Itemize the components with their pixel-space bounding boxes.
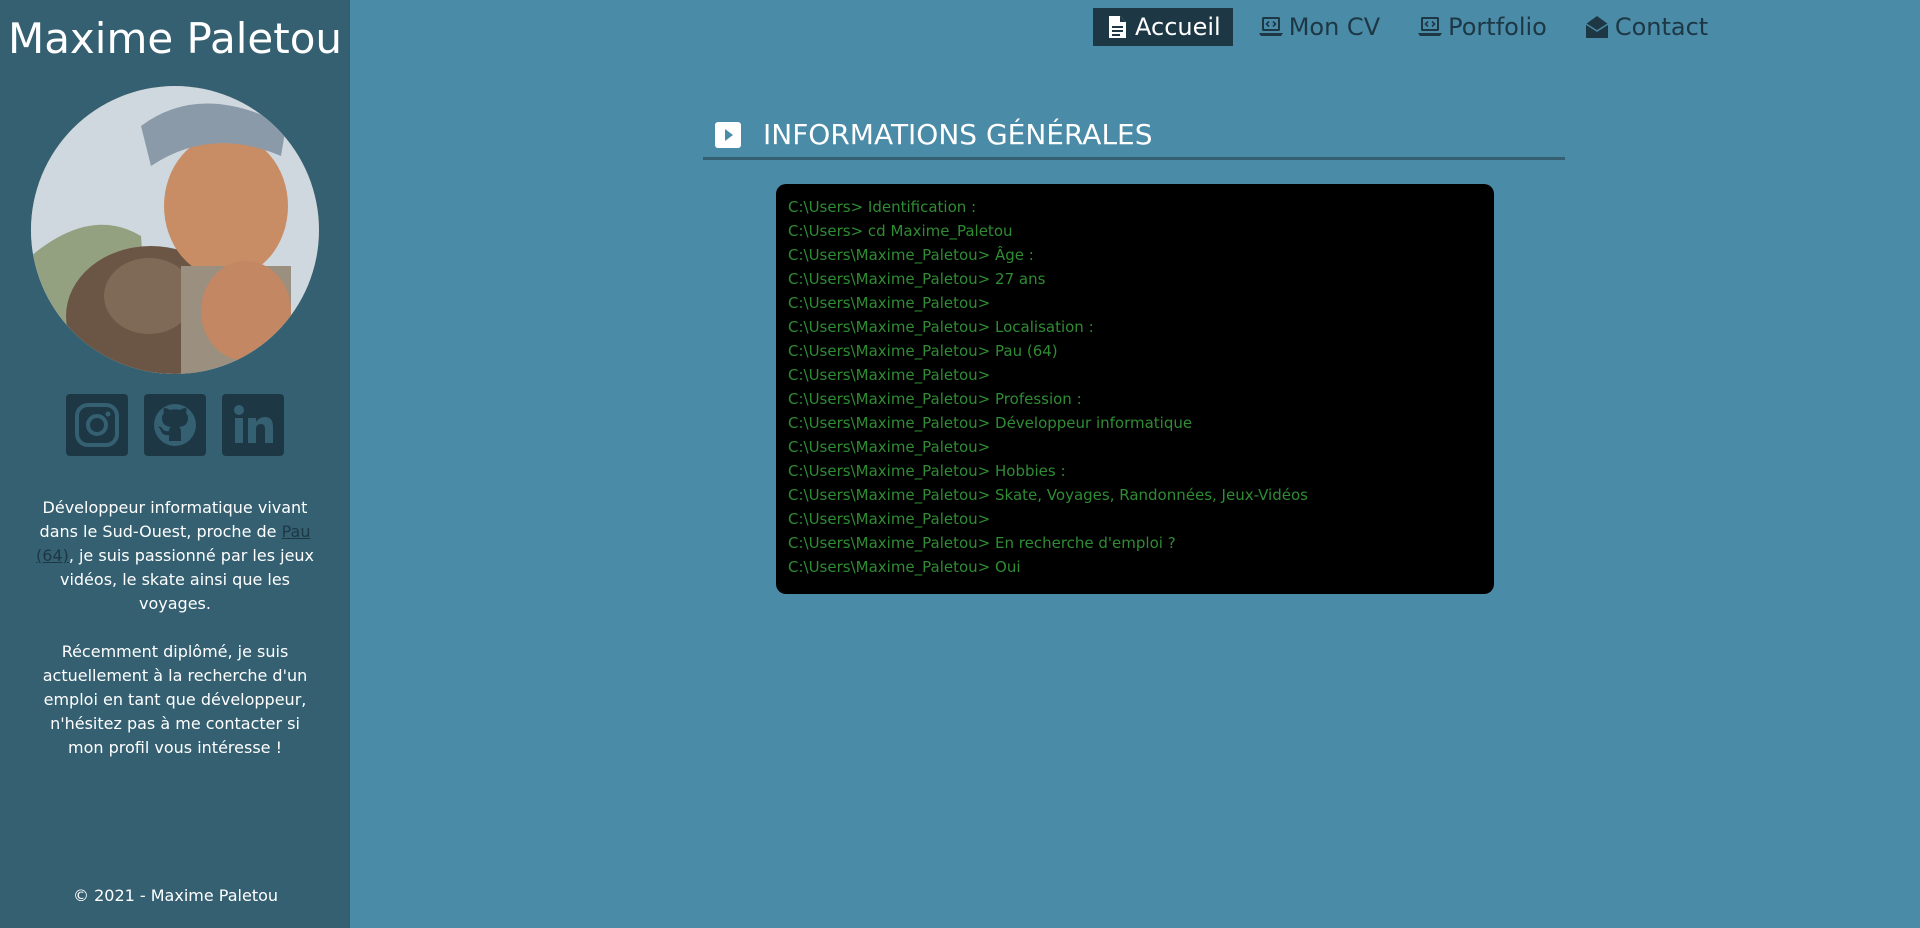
terminal-line: C:\Users\Maxime_Paletou> Localisation : [788, 318, 1094, 336]
terminal-line: C:\Users> cd Maxime_Paletou [788, 222, 1013, 240]
section-header: INFORMATIONS GÉNÉRALES [703, 118, 1565, 160]
avatar-photo [31, 86, 319, 374]
github-link[interactable] [144, 394, 206, 456]
nav-accueil-label: Accueil [1135, 13, 1221, 41]
terminal-line: C:\Users\Maxime_Paletou> [788, 294, 991, 312]
nav-contact[interactable]: Contact [1573, 8, 1720, 46]
top-nav: Accueil Mon CV Portfolio Contact [1093, 8, 1720, 46]
terminal-line: C:\Users\Maxime_Paletou> [788, 510, 991, 528]
terminal-line: C:\Users\Maxime_Paletou> Profession : [788, 390, 1082, 408]
instagram-icon [75, 403, 119, 447]
terminal-line: C:\Users\Maxime_Paletou> Pau (64) [788, 342, 1058, 360]
document-icon [1109, 16, 1126, 38]
nav-portfolio[interactable]: Portfolio [1406, 8, 1559, 46]
terminal-window: C:\Users> Identification : C:\Users> cd … [776, 184, 1494, 594]
bio: Développeur informatique vivant dans le … [0, 496, 350, 760]
copyright: © 2021 - Maxime Paletou [73, 886, 279, 905]
linkedin-icon [234, 405, 273, 443]
nav-mon-cv-label: Mon CV [1288, 13, 1381, 41]
envelope-open-icon [1585, 16, 1609, 38]
laptop-code-icon [1258, 17, 1283, 36]
section-title: INFORMATIONS GÉNÉRALES [763, 118, 1153, 151]
play-square-icon [715, 121, 741, 148]
linkedin-link[interactable] [222, 394, 284, 456]
bio-paragraph-2: Récemment diplômé, je suis actuellement … [42, 642, 308, 757]
sidebar: Maxime Paletou Développeur informatique … [0, 0, 350, 928]
terminal-line: C:\Users\Maxime_Paletou> Oui [788, 558, 1021, 576]
terminal-line: C:\Users\Maxime_Paletou> Développeur inf… [788, 414, 1193, 432]
site-title: Maxime Paletou [7, 14, 343, 63]
terminal-line: C:\Users\Maxime_Paletou> Âge : [788, 246, 1034, 264]
terminal-line: C:\Users\Maxime_Paletou> Hobbies : [788, 462, 1066, 480]
avatar [31, 86, 319, 374]
github-icon [154, 404, 196, 446]
instagram-link[interactable] [66, 394, 128, 456]
terminal-line: C:\Users\Maxime_Paletou> [788, 366, 991, 384]
bio-paragraph-1: Développeur informatique vivant dans le … [35, 498, 315, 613]
nav-portfolio-label: Portfolio [1448, 13, 1547, 41]
social-links [0, 394, 350, 456]
nav-contact-label: Contact [1614, 13, 1709, 41]
nav-accueil[interactable]: Accueil [1093, 8, 1233, 46]
terminal-line: C:\Users\Maxime_Paletou> 27 ans [788, 270, 1046, 288]
terminal-line: C:\Users\Maxime_Paletou> [788, 438, 991, 456]
nav-mon-cv[interactable]: Mon CV [1247, 8, 1392, 46]
terminal-line: C:\Users\Maxime_Paletou> Skate, Voyages,… [788, 486, 1308, 504]
terminal-line: C:\Users\Maxime_Paletou> En recherche d'… [788, 534, 1176, 552]
laptop-code-icon [1418, 17, 1443, 36]
terminal-line: C:\Users> Identification : [788, 198, 977, 216]
